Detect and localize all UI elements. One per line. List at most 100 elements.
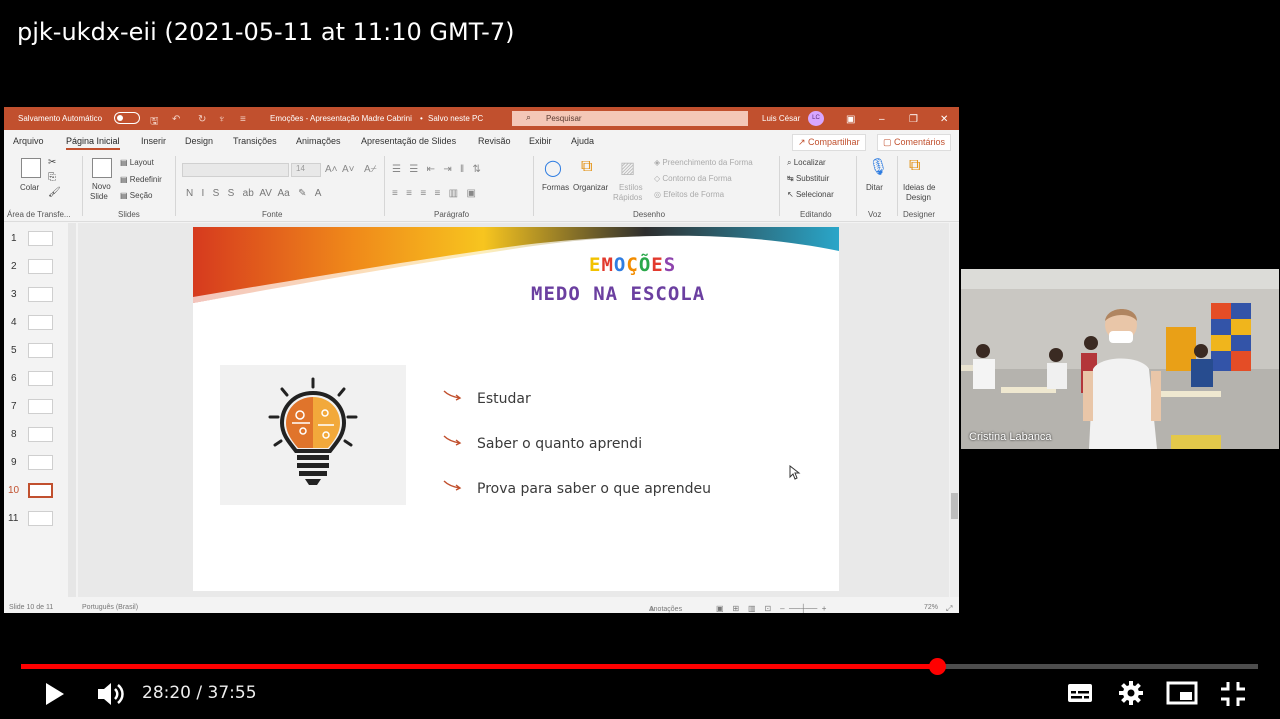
comments-button[interactable]: ▢ Comentários bbox=[877, 134, 952, 151]
customize-icon[interactable]: ≡ bbox=[240, 114, 246, 125]
thumbnail-3[interactable]: 3 bbox=[4, 285, 64, 307]
font-family-select[interactable] bbox=[182, 163, 289, 177]
tab-apresentacao[interactable]: Apresentação de Slides bbox=[361, 136, 456, 146]
copy-icon[interactable]: ⎘ bbox=[48, 172, 56, 183]
language-status[interactable]: Português (Brasil) bbox=[82, 604, 138, 611]
layout-button[interactable]: ▤ Layout bbox=[120, 158, 154, 167]
dictate-label[interactable]: Ditar bbox=[866, 183, 883, 192]
tab-pagina-inicial[interactable]: Página Inicial bbox=[66, 136, 120, 150]
volume-icon[interactable] bbox=[96, 680, 126, 708]
increase-font-icon[interactable]: A˄ bbox=[325, 164, 338, 175]
paste-label[interactable]: Colar bbox=[20, 183, 39, 192]
design-ideas-label-2[interactable]: Design bbox=[906, 193, 931, 202]
miniplayer-icon[interactable] bbox=[1166, 681, 1198, 705]
new-slide-label-2[interactable]: Slide bbox=[90, 192, 108, 201]
font-size-select[interactable]: 14 bbox=[291, 163, 321, 177]
tab-design[interactable]: Design bbox=[185, 136, 213, 146]
shapes-icon[interactable]: ◯ bbox=[544, 158, 562, 178]
undo-icon[interactable]: ↶ bbox=[172, 114, 180, 125]
quick-styles-label-1[interactable]: Estilos bbox=[619, 183, 643, 192]
quick-styles-label-2[interactable]: Rápidos bbox=[613, 193, 642, 202]
microphone-icon[interactable]: 🎙 bbox=[868, 157, 888, 177]
tab-animacoes[interactable]: Animações bbox=[296, 136, 341, 146]
video-player[interactable]: pjk-ukdx-eii (2021-05-11 at 11:10 GMT-7)… bbox=[0, 0, 1280, 719]
slide-canvas[interactable]: EMOÇÕES MEDO NA ESCOLA Estudar Saber o q… bbox=[193, 227, 839, 591]
ribbon-display-icon[interactable]: ▣ bbox=[846, 114, 855, 125]
shape-outline-button[interactable]: ◇ Contorno da Forma bbox=[654, 174, 732, 183]
view-buttons-icons[interactable]: ▣ ⊞ ▥ ⊡ – ──┼── + bbox=[716, 604, 826, 613]
save-status[interactable]: Salvo neste PC bbox=[428, 114, 483, 123]
thumbnail-6[interactable]: 6 bbox=[4, 369, 64, 391]
cut-icon[interactable]: ✂ bbox=[48, 157, 56, 168]
new-slide-icon[interactable] bbox=[92, 158, 112, 178]
align-icons[interactable]: ≡ ≡ ≡ ≡ ▥ ▣ bbox=[392, 188, 476, 199]
tab-revisao[interactable]: Revisão bbox=[478, 136, 511, 146]
avatar[interactable]: LC bbox=[808, 111, 824, 126]
thumbnail-8[interactable]: 8 bbox=[4, 425, 64, 447]
select-button[interactable]: ↖ Selecionar bbox=[787, 190, 834, 199]
editor-scrollbar[interactable] bbox=[950, 223, 959, 597]
tab-transicoes[interactable]: Transições bbox=[233, 136, 277, 146]
maximize-icon[interactable]: ❐ bbox=[909, 114, 918, 125]
format-icons[interactable]: N I S S ab AV Aa ✎ A bbox=[186, 188, 321, 199]
settings-gear-icon[interactable] bbox=[1118, 680, 1144, 706]
progress-bar[interactable] bbox=[21, 658, 1258, 675]
format-painter-icon[interactable]: 🖌 bbox=[48, 187, 61, 198]
zoom-level[interactable]: 72% bbox=[924, 604, 938, 611]
section-icon: ▤ bbox=[120, 191, 130, 200]
share-button[interactable]: ↗ Compartilhar bbox=[792, 134, 866, 151]
arrange-label[interactable]: Organizar bbox=[573, 183, 608, 192]
close-icon[interactable]: ✕ bbox=[940, 114, 948, 125]
play-icon[interactable] bbox=[44, 682, 66, 706]
tab-exibir[interactable]: Exibir bbox=[529, 136, 552, 146]
scroll-thumb[interactable] bbox=[951, 493, 958, 519]
find-label: Localizar bbox=[793, 158, 826, 167]
thumbnail-1[interactable]: 1 bbox=[4, 229, 64, 251]
shape-effects-button[interactable]: ◎ Efeitos de Forma bbox=[654, 190, 724, 199]
decrease-font-icon[interactable]: A˅ bbox=[342, 164, 355, 175]
thumbnail-9[interactable]: 9 bbox=[4, 453, 64, 475]
clear-format-icon[interactable]: A⌿ bbox=[364, 164, 377, 175]
subtitles-icon[interactable] bbox=[1067, 682, 1093, 704]
shapes-label[interactable]: Formas bbox=[542, 183, 569, 192]
save-icon[interactable]: 🖫 bbox=[150, 114, 159, 131]
replace-label: Substituir bbox=[795, 174, 830, 183]
minimize-icon[interactable]: – bbox=[879, 114, 885, 125]
design-ideas-label-1[interactable]: Ideias de bbox=[903, 183, 935, 192]
thumb-image bbox=[28, 483, 53, 498]
autosave-toggle[interactable] bbox=[114, 112, 140, 124]
thumbnail-11[interactable]: 11 bbox=[4, 509, 64, 531]
find-button[interactable]: ⌕ Localizar bbox=[787, 158, 826, 168]
autosave-label: Salvamento Automático bbox=[18, 114, 103, 123]
thumbnail-5[interactable]: 5 bbox=[4, 341, 64, 363]
video-title: pjk-ukdx-eii (2021-05-11 at 11:10 GMT-7) bbox=[17, 18, 515, 46]
paste-icon[interactable] bbox=[21, 158, 41, 178]
tab-ajuda[interactable]: Ajuda bbox=[571, 136, 594, 146]
reset-button[interactable]: ▤ Redefinir bbox=[120, 175, 162, 184]
section-button[interactable]: ▤ Seção bbox=[120, 191, 152, 200]
replace-button[interactable]: ↹ Substituir bbox=[787, 174, 829, 183]
tab-inserir[interactable]: Inserir bbox=[141, 136, 166, 146]
tab-arquivo[interactable]: Arquivo bbox=[13, 136, 44, 146]
quick-styles-icon[interactable]: ▨ bbox=[620, 158, 635, 178]
search-box[interactable]: ⌕ Pesquisar bbox=[512, 111, 748, 126]
thumb-number: 6 bbox=[11, 373, 17, 384]
thumbnail-scrollbar[interactable] bbox=[68, 223, 76, 597]
user-name[interactable]: Luis César bbox=[762, 114, 800, 123]
list-icons[interactable]: ☰ ☰ ⇤ ⇥ ‖ ⇅ bbox=[392, 164, 481, 175]
thumbnail-4[interactable]: 4 bbox=[4, 313, 64, 335]
present-icon[interactable]: ♆ bbox=[218, 114, 226, 125]
fit-slide-icon[interactable]: ⤢ bbox=[946, 604, 952, 613]
shape-fill-button[interactable]: ◈ Preenchimento da Forma bbox=[654, 158, 753, 167]
progress-scrubber[interactable] bbox=[929, 658, 947, 675]
redo-icon[interactable]: ↻ bbox=[198, 114, 206, 125]
thumb-image bbox=[28, 427, 53, 442]
arrange-icon[interactable]: ⧉ bbox=[581, 158, 592, 176]
new-slide-label-1[interactable]: Novo bbox=[92, 182, 111, 191]
design-ideas-icon[interactable]: ⧉ bbox=[909, 157, 920, 175]
thumbnail-2[interactable]: 2 bbox=[4, 257, 64, 279]
exit-fullscreen-icon[interactable] bbox=[1220, 681, 1246, 707]
thumbnail-10[interactable]: 10 bbox=[4, 481, 64, 503]
title-letter: S bbox=[663, 254, 677, 276]
thumbnail-7[interactable]: 7 bbox=[4, 397, 64, 419]
